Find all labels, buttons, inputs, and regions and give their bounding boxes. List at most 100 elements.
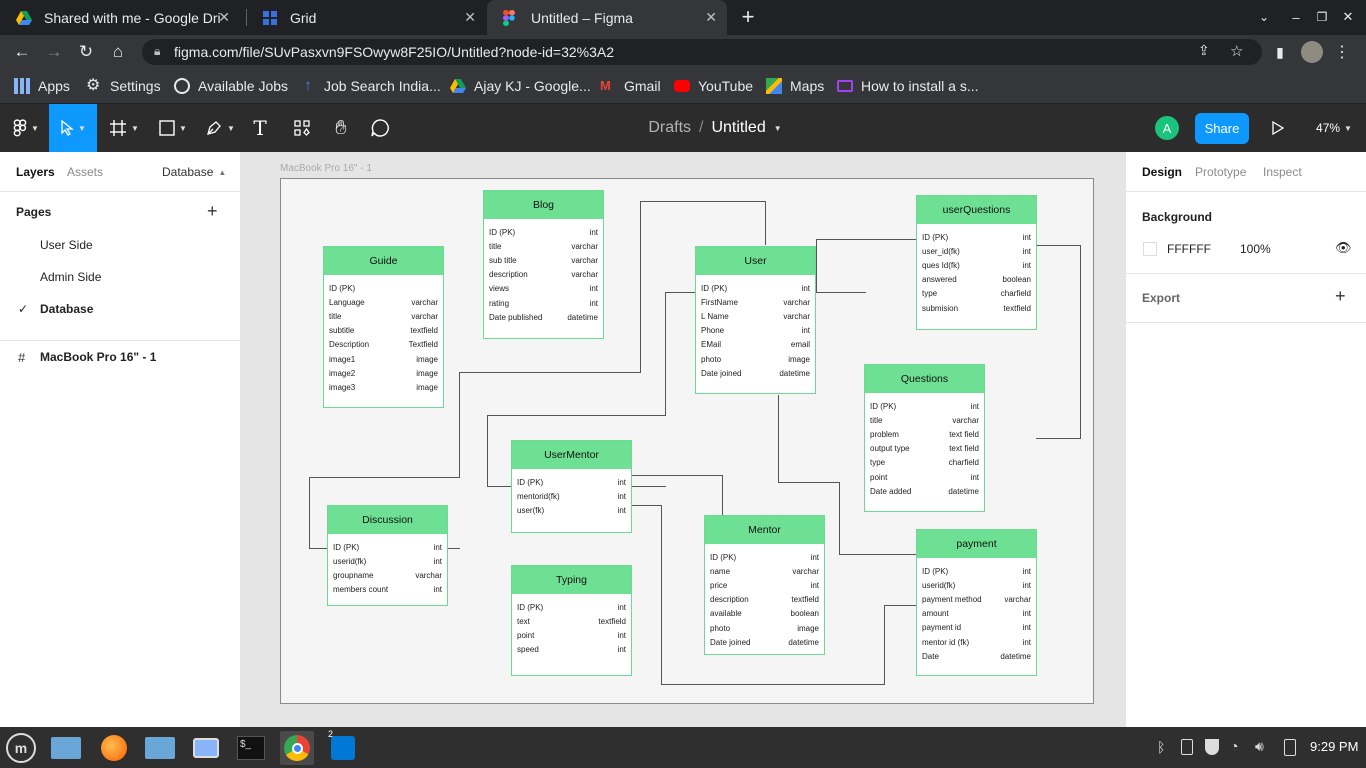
tab-inspect[interactable]: Inspect xyxy=(1263,152,1302,192)
tab-google-drive[interactable]: Shared with me - Google Drive ✕ xyxy=(0,0,240,35)
side-panel-icon[interactable]: ▮ xyxy=(1270,42,1290,62)
hand-tool-icon[interactable]: ✋︎ xyxy=(329,104,353,152)
close-tab-icon[interactable]: ✕ xyxy=(218,9,230,26)
tab-figma[interactable]: Untitled – Figma ✕ xyxy=(487,0,727,35)
battery-icon[interactable] xyxy=(1284,739,1296,756)
add-page-icon[interactable]: + xyxy=(207,201,218,222)
close-window-icon[interactable]: ✕ xyxy=(1338,6,1358,28)
bookmark-maps[interactable]: Maps xyxy=(766,69,824,102)
eye-icon[interactable]: 👁︎ xyxy=(1335,240,1352,256)
user-avatar[interactable]: A xyxy=(1155,116,1179,140)
table-row: photo image xyxy=(705,621,824,635)
background-swatch[interactable] xyxy=(1143,242,1157,256)
file-breadcrumb[interactable]: Drafts / Untitled ▼ xyxy=(640,104,790,152)
canvas[interactable]: MacBook Pro 16" - 1 Blog ID (PK) int title v… xyxy=(241,152,1125,727)
background-hex-input[interactable]: FFFFFF xyxy=(1167,242,1211,256)
present-button[interactable] xyxy=(1266,104,1290,152)
forward-icon[interactable]: → xyxy=(42,39,66,65)
file-name[interactable]: Untitled xyxy=(711,119,765,137)
clipboard-icon[interactable] xyxy=(1181,739,1193,755)
shape-tool-button[interactable]: ▼ xyxy=(153,104,193,152)
bookmark-star-icon[interactable]: ☆ xyxy=(1230,42,1243,60)
page-admin-side[interactable]: Admin Side xyxy=(40,270,101,284)
home-icon[interactable]: ⌂ xyxy=(106,39,130,65)
tab-assets[interactable]: Assets xyxy=(67,152,103,192)
bookmark-how-to-install[interactable]: How to install a s... xyxy=(837,69,979,102)
browser-menu-icon[interactable]: ⋮ xyxy=(1334,42,1350,62)
chrome-icon[interactable] xyxy=(280,731,314,765)
table-blog[interactable]: Blog ID (PK) int title varchar sub title varch… xyxy=(483,190,604,339)
share-page-icon[interactable]: ⇪ xyxy=(1198,42,1210,59)
layer-macbook-frame[interactable]: MacBook Pro 16" - 1 xyxy=(40,350,156,364)
table-row: point int xyxy=(865,470,984,484)
tab-grid[interactable]: Grid ✕ xyxy=(246,0,486,35)
bookmark-available-jobs[interactable]: Available Jobs xyxy=(174,69,288,102)
field-type: boolean xyxy=(790,609,819,619)
tab-layers[interactable]: Layers xyxy=(16,152,55,192)
table-usermentor[interactable]: UserMentor ID (PK) int mentorid(fk) int user(… xyxy=(511,440,632,533)
frame-tool-button[interactable]: ▼ xyxy=(104,104,144,152)
table-questions[interactable]: Questions ID (PK) int title varchar problem te… xyxy=(864,364,985,512)
minimize-icon[interactable]: – xyxy=(1286,6,1306,28)
move-tool-button[interactable]: ▼ xyxy=(49,104,97,152)
main-menu-button[interactable]: ▼ xyxy=(4,104,48,152)
bookmark-youtube[interactable]: YouTube xyxy=(674,69,753,102)
table-payment[interactable]: payment ID (PK) int userid(fk) int payment me… xyxy=(916,529,1037,676)
tab-design[interactable]: Design xyxy=(1142,152,1182,192)
table-userquestions[interactable]: userQuestions ID (PK) int user_id(fk) int que… xyxy=(916,195,1037,330)
bookmark-job-search[interactable]: ↑ Job Search India... xyxy=(300,69,441,102)
background-opacity-input[interactable]: 100% xyxy=(1240,242,1271,256)
bookmark-ajay-drive[interactable]: Ajay KJ - Google... xyxy=(450,69,591,102)
table-user[interactable]: User ID (PK) int FirstName varchar L Name varc… xyxy=(695,246,816,394)
close-tab-icon[interactable]: ✕ xyxy=(464,9,476,26)
profile-avatar[interactable] xyxy=(1301,41,1323,63)
field-name: photo xyxy=(710,623,731,633)
frame-label[interactable]: MacBook Pro 16" - 1 xyxy=(280,163,372,174)
page-select-dropdown[interactable]: Database ▲ xyxy=(162,152,226,192)
bookmark-apps[interactable]: Apps xyxy=(14,69,70,102)
comment-tool-button[interactable] xyxy=(368,104,392,152)
firefox-icon[interactable] xyxy=(97,731,131,765)
table-discussion[interactable]: Discussion ID (PK) int userid(fk) int groupna… xyxy=(327,505,448,606)
drafts-link[interactable]: Drafts xyxy=(648,119,691,137)
bookmark-gmail[interactable]: M Gmail xyxy=(600,69,661,102)
restore-icon[interactable]: ❐ xyxy=(1312,6,1332,28)
field-name: title xyxy=(489,241,502,251)
add-export-icon[interactable]: + xyxy=(1335,286,1346,307)
new-tab-icon[interactable]: + xyxy=(736,4,760,30)
chevron-up-icon: ▲ xyxy=(218,167,227,177)
table-guide[interactable]: Guide ID (PK) Language varchar title varchar s… xyxy=(323,246,444,408)
pen-tool-button[interactable]: ▼ xyxy=(200,104,240,152)
terminal-icon[interactable]: $_ xyxy=(234,731,268,765)
wifi-icon[interactable]: ◔ xyxy=(1230,738,1238,754)
pages-heading: Pages xyxy=(16,205,52,219)
mint-menu-icon[interactable]: m xyxy=(4,731,38,765)
text-tool-icon[interactable]: T xyxy=(248,104,272,152)
page-user-side[interactable]: User Side xyxy=(40,238,93,252)
zoom-dropdown[interactable]: 47% ▼ xyxy=(1310,104,1358,152)
volume-icon[interactable]: 🔊︎ xyxy=(1255,738,1264,755)
table-typing[interactable]: Typing ID (PK) int text textfield point int spe… xyxy=(511,565,632,676)
files-icon[interactable] xyxy=(49,731,83,765)
bookmark-settings[interactable]: ⚙ Settings xyxy=(86,69,161,102)
chevron-down-icon[interactable]: ▼ xyxy=(774,124,782,133)
macbook-frame[interactable]: Blog ID (PK) int title varchar sub title varch… xyxy=(280,178,1094,704)
clock[interactable]: 9:29 PM xyxy=(1310,739,1358,754)
field-name: Language xyxy=(329,297,365,307)
field-name: ID (PK) xyxy=(701,283,728,293)
tab-search-chevron-icon[interactable]: ⌄ xyxy=(1252,6,1276,28)
reload-icon[interactable]: ↻ xyxy=(74,39,98,65)
screenshot-icon[interactable] xyxy=(189,731,223,765)
table-mentor[interactable]: Mentor ID (PK) int name varchar price int descr… xyxy=(704,515,825,655)
share-button[interactable]: Share xyxy=(1195,113,1249,144)
shield-icon[interactable] xyxy=(1205,739,1219,755)
tab-prototype[interactable]: Prototype xyxy=(1195,152,1246,192)
back-icon[interactable]: ← xyxy=(10,39,34,65)
page-database[interactable]: Database xyxy=(40,302,93,316)
folder-icon[interactable] xyxy=(143,731,177,765)
table-row: output type text field xyxy=(865,442,984,456)
address-bar[interactable]: 🔒︎ figma.com/file/SUvPasxvn9FSOwyw8F25IO… xyxy=(142,39,1262,65)
resources-tool-button[interactable] xyxy=(290,104,314,152)
bluetooth-icon[interactable]: ᛒ xyxy=(1157,739,1165,755)
close-tab-icon[interactable]: ✕ xyxy=(705,9,717,26)
